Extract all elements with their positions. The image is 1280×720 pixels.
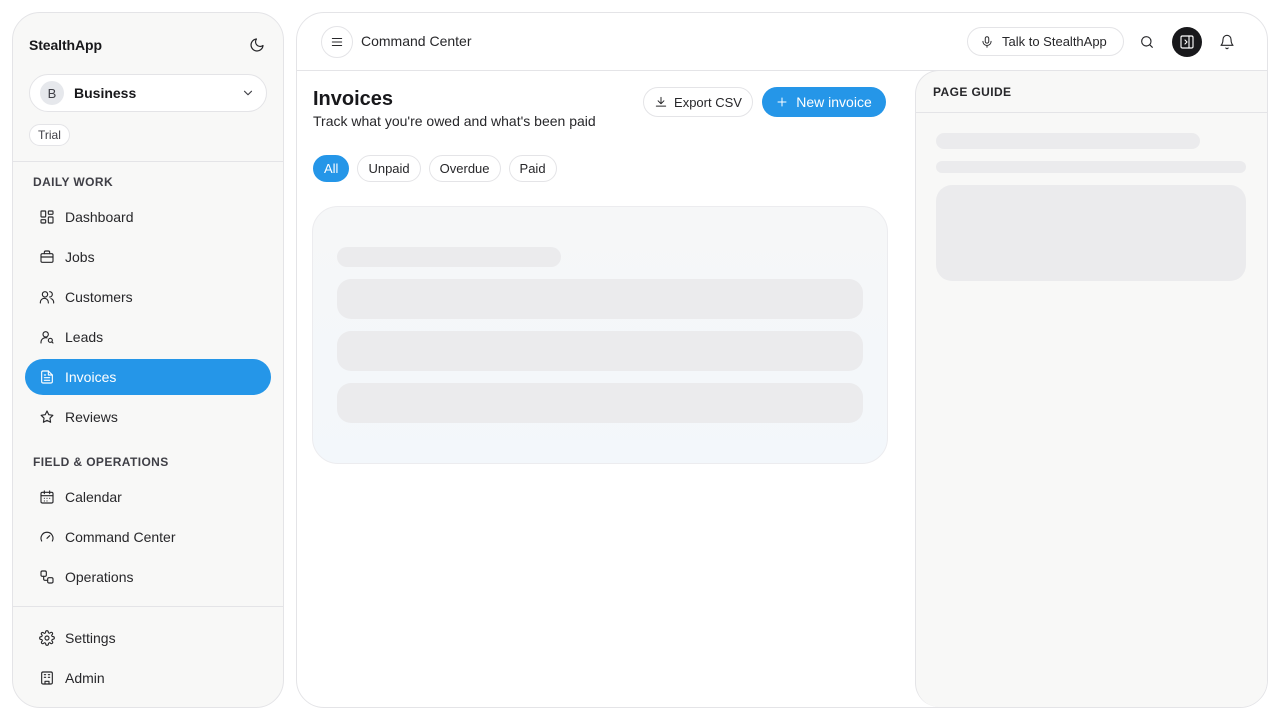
business-avatar: B: [40, 81, 64, 105]
briefcase-icon: [39, 249, 55, 265]
skeleton-row: [337, 279, 863, 319]
talk-label: Talk to StealthApp: [1002, 34, 1107, 49]
brand-name: StealthApp: [29, 37, 102, 53]
chevron-down-icon: [240, 85, 256, 101]
sidebar-item-label: Settings: [65, 630, 116, 646]
filter-unpaid[interactable]: Unpaid: [357, 155, 421, 182]
sidebar-item-dashboard[interactable]: Dashboard: [25, 199, 271, 235]
sidebar-item-label: Customers: [65, 289, 133, 305]
page-title: Invoices: [313, 88, 394, 110]
sidebar-item-label: Admin: [65, 670, 105, 686]
export-csv-button[interactable]: Export CSV: [643, 87, 753, 117]
sidebar-item-label: Dashboard: [65, 209, 134, 225]
new-invoice-button[interactable]: New invoice: [762, 87, 886, 117]
section-label-daily-work: DAILY WORK: [33, 175, 114, 189]
panel-right-icon: [1180, 35, 1194, 49]
talk-to-assistant-button[interactable]: Talk to StealthApp: [967, 27, 1124, 56]
divider: [13, 606, 283, 607]
user-search-icon: [39, 329, 55, 345]
sidebar-item-customers[interactable]: Customers: [25, 279, 271, 315]
sidebar-item-label: Command Center: [65, 529, 176, 545]
download-icon: [655, 96, 667, 107]
star-icon: [39, 409, 55, 425]
filter-paid[interactable]: Paid: [508, 155, 557, 182]
sidebar-item-calendar[interactable]: Calendar: [25, 479, 271, 515]
hamburger-icon: [331, 38, 343, 46]
page-guide-title: PAGE GUIDE: [933, 85, 1012, 99]
skeleton-line: [936, 161, 1246, 173]
sidebar-item-invoices[interactable]: Invoices: [25, 359, 271, 395]
filter-overdue[interactable]: Overdue: [428, 155, 501, 182]
notifications-button[interactable]: [1212, 27, 1242, 57]
main-panel: Command Center Talk to StealthApp Invoic…: [296, 12, 1268, 708]
filter-all[interactable]: All: [313, 155, 350, 182]
microphone-icon: [980, 35, 994, 49]
sidebar-item-jobs[interactable]: Jobs: [25, 239, 271, 275]
invoices-content: Invoices Track what you're owed and what…: [297, 71, 915, 707]
sidebar-item-label: Invoices: [65, 369, 117, 385]
users-icon: [39, 289, 55, 305]
dashboard-icon: [39, 209, 55, 225]
invoices-loading-card: [312, 206, 888, 464]
page-subtitle: Track what you're owed and what's been p…: [313, 113, 596, 129]
bell-icon: [1220, 34, 1234, 50]
search-icon: [1141, 36, 1153, 48]
brand-row: StealthApp: [29, 35, 267, 55]
sidebar: StealthApp B Business Trial DAILY WORK D…: [12, 12, 284, 708]
sidebar-item-label: Jobs: [65, 249, 95, 265]
skeleton-row: [337, 383, 863, 423]
invoice-filters: All Unpaid Overdue Paid: [313, 155, 557, 182]
sidebar-item-label: Leads: [65, 329, 104, 345]
business-name: Business: [74, 85, 137, 101]
sidebar-item-leads[interactable]: Leads: [25, 319, 271, 355]
search-button[interactable]: [1132, 27, 1162, 57]
sidebar-item-label: Calendar: [65, 489, 122, 505]
section-label-field-operations: FIELD & OPERATIONS: [33, 455, 169, 469]
sidebar-item-admin[interactable]: Admin: [25, 660, 271, 696]
new-invoice-label: New invoice: [796, 94, 872, 110]
plan-badge: Trial: [29, 124, 70, 146]
sidebar-item-reviews[interactable]: Reviews: [25, 399, 271, 435]
menu-button[interactable]: [321, 26, 353, 58]
workflow-icon: [39, 569, 55, 585]
skeleton-heading: [337, 247, 561, 267]
topbar-title: Command Center: [361, 33, 472, 49]
plus-icon: [777, 97, 787, 107]
calendar-icon: [39, 489, 55, 505]
skeleton-block: [936, 185, 1246, 281]
gauge-icon: [39, 529, 55, 545]
sidebar-item-operations[interactable]: Operations: [25, 559, 271, 595]
topbar: Command Center Talk to StealthApp: [297, 13, 1267, 71]
invoice-icon: [39, 369, 55, 385]
toggle-panel-button[interactable]: [1172, 27, 1202, 57]
skeleton-line: [936, 133, 1200, 149]
sidebar-item-label: Reviews: [65, 409, 118, 425]
business-switcher[interactable]: B Business: [29, 74, 267, 112]
skeleton-row: [337, 331, 863, 371]
sidebar-item-label: Operations: [65, 569, 134, 585]
gear-icon: [39, 630, 55, 646]
page-guide-header: PAGE GUIDE: [916, 71, 1267, 113]
export-label: Export CSV: [674, 94, 742, 110]
page-guide-panel: PAGE GUIDE: [915, 70, 1267, 707]
divider: [13, 161, 283, 162]
moon-icon[interactable]: [247, 35, 267, 55]
sidebar-item-settings[interactable]: Settings: [25, 620, 271, 656]
sidebar-item-command-center[interactable]: Command Center: [25, 519, 271, 555]
building-icon: [39, 670, 55, 686]
